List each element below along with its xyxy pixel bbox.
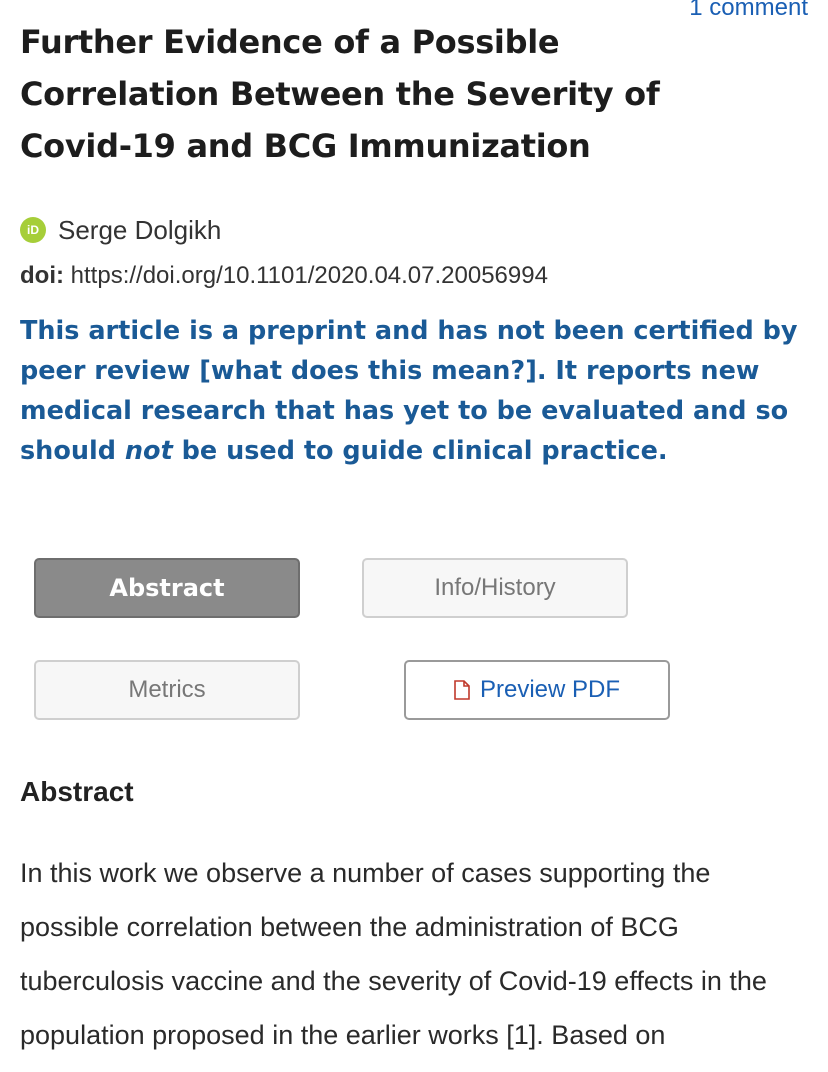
- preview-pdf-button[interactable]: Preview PDF: [404, 660, 670, 720]
- preview-pdf-label: Preview PDF: [479, 676, 621, 703]
- pdf-file-icon: [454, 680, 470, 700]
- author-name-link[interactable]: Serge Dolgikh: [58, 215, 221, 246]
- doi-row: doi: https://doi.org/10.1101/2020.04.07.…: [20, 258, 548, 294]
- tab-metrics[interactable]: Metrics: [34, 660, 300, 720]
- what-does-this-mean-link[interactable]: [what does this mean?]: [199, 356, 537, 386]
- author-row: iD Serge Dolgikh: [20, 212, 221, 248]
- doi-link[interactable]: https://doi.org/10.1101/2020.04.07.20056…: [71, 262, 548, 289]
- orcid-icon[interactable]: iD: [20, 217, 46, 243]
- notice-emphasis: not: [124, 436, 173, 466]
- tab-abstract[interactable]: Abstract: [34, 558, 300, 618]
- tab-info-history[interactable]: Info/History: [362, 558, 628, 618]
- tab-abstract-label: Abstract: [109, 574, 225, 602]
- preprint-notice: This article is a preprint and has not b…: [20, 311, 812, 471]
- tab-info-history-label: Info/History: [434, 574, 556, 601]
- abstract-heading: Abstract: [20, 776, 134, 807]
- abstract-text: In this work we observe a number of case…: [20, 858, 767, 1050]
- article-title: Further Evidence of a Possible Correlati…: [20, 23, 660, 165]
- tab-metrics-label: Metrics: [128, 676, 206, 703]
- doi-label: doi:: [20, 262, 64, 289]
- notice-text-3: be used to guide clinical practice.: [172, 436, 668, 466]
